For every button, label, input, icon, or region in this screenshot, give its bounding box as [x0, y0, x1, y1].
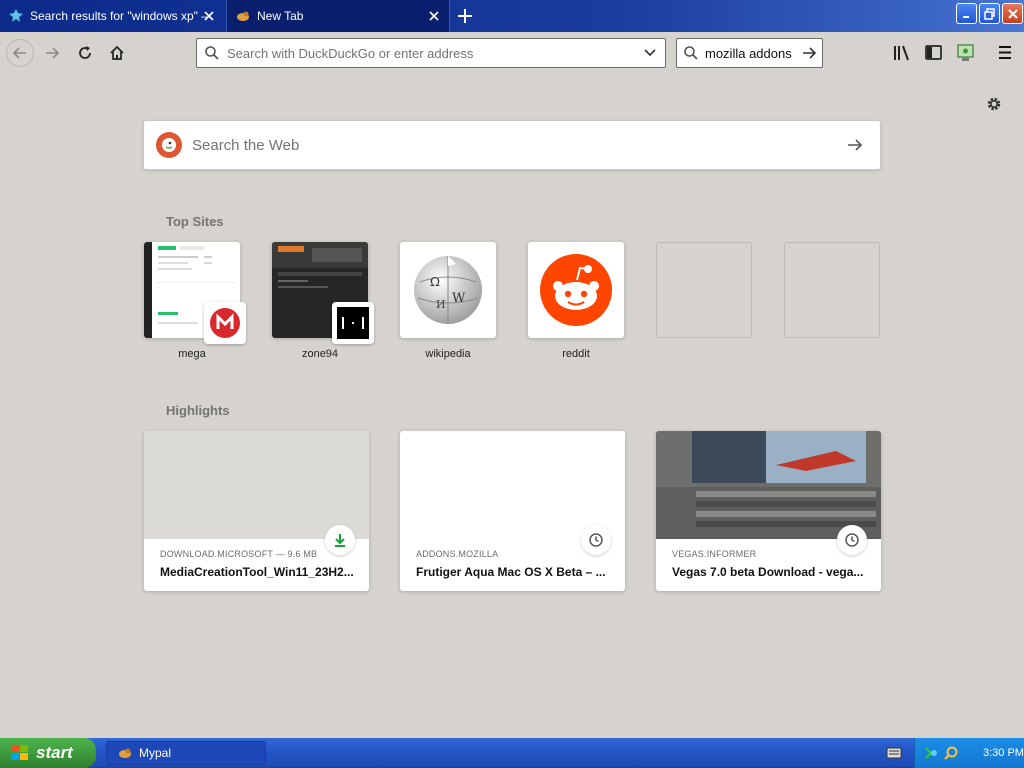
- gear-icon[interactable]: [985, 95, 1003, 113]
- highlight-source: ADDONS.MOZILLA: [416, 549, 499, 559]
- close-tab-icon[interactable]: [427, 9, 441, 23]
- highlight-image: [656, 431, 881, 539]
- duckduckgo-logo-icon: [156, 132, 182, 158]
- system-tray: 3:30 PM: [914, 738, 1024, 768]
- tab-strip: Search results for "windows xp" – New Ta…: [0, 0, 1024, 32]
- screenshot-icon[interactable]: [956, 44, 976, 62]
- highlight-title: Frutiger Aqua Mac OS X Beta – ...: [416, 565, 606, 579]
- keyboard-icon[interactable]: [886, 746, 902, 765]
- url-input[interactable]: [227, 40, 635, 66]
- empty-top-site-slot[interactable]: [656, 242, 752, 338]
- highlights-heading: Highlights: [166, 403, 230, 418]
- sidebar-icon[interactable]: [924, 44, 944, 62]
- arrow-right-icon[interactable]: [830, 136, 880, 154]
- clock-icon: [581, 525, 611, 555]
- svg-text:И: И: [436, 298, 446, 311]
- tab-title: New Tab: [257, 9, 304, 23]
- clock[interactable]: 3:30 PM: [983, 747, 1024, 759]
- navigation-toolbar: mozilla addons: [0, 32, 1024, 74]
- mypal-favicon-icon: [235, 8, 251, 24]
- top-site-reddit[interactable]: reddit: [528, 242, 624, 360]
- download-icon: [325, 525, 355, 555]
- highlight-image: [144, 431, 369, 539]
- close-window-button[interactable]: [1002, 3, 1023, 24]
- start-label: start: [36, 743, 73, 762]
- network-icon[interactable]: [923, 745, 939, 761]
- highlight-card[interactable]: ADDONS.MOZILLA Frutiger Aqua Mac OS X Be…: [400, 431, 625, 591]
- web-search-input[interactable]: [192, 136, 830, 154]
- search-tray-icon[interactable]: [943, 745, 959, 761]
- close-tab-icon[interactable]: [202, 9, 216, 23]
- taskbar-task-label: Mypal: [139, 746, 172, 760]
- new-tab-button[interactable]: [454, 5, 476, 27]
- url-bar[interactable]: [196, 38, 666, 68]
- highlight-card[interactable]: DOWNLOAD.MICROSOFT — 9.6 MB MediaCreatio…: [144, 431, 369, 591]
- search-icon: [197, 45, 227, 61]
- home-button[interactable]: [103, 39, 131, 67]
- library-icon[interactable]: [892, 44, 912, 62]
- top-sites-heading: Top Sites: [166, 214, 224, 229]
- highlight-title: Vegas 7.0 beta Download - vega...: [672, 565, 864, 579]
- svg-text:W: W: [452, 291, 466, 306]
- menu-icon[interactable]: [996, 44, 1016, 62]
- top-site-label: zone94: [301, 348, 339, 360]
- windows-logo-icon: [10, 744, 30, 762]
- highlight-title: MediaCreationTool_Win11_23H2...: [160, 565, 353, 579]
- top-site-label: mega: [178, 348, 206, 360]
- top-site-mega[interactable]: mega: [144, 242, 246, 360]
- search-icon: [677, 45, 705, 61]
- taskbar-button-mypal[interactable]: Mypal: [106, 741, 266, 765]
- mypal-app-icon: [117, 745, 133, 761]
- highlight-image: [400, 431, 625, 539]
- reddit-logo-icon: [528, 242, 624, 338]
- back-button[interactable]: [6, 39, 34, 67]
- search-bar-value: mozilla addons: [705, 45, 792, 61]
- search-bar[interactable]: mozilla addons: [676, 38, 823, 68]
- go-arrow-icon[interactable]: [796, 45, 822, 61]
- top-site-zone94[interactable]: zone94: [272, 242, 374, 360]
- top-site-label: reddit: [562, 348, 590, 360]
- svg-text:Ω: Ω: [430, 275, 440, 289]
- ddg-favicon-icon: [8, 8, 24, 24]
- start-button[interactable]: start: [0, 738, 96, 768]
- tab-new-tab[interactable]: New Tab: [226, 0, 450, 32]
- highlight-card[interactable]: VEGAS.INFORMER Vegas 7.0 beta Download -…: [656, 431, 881, 591]
- highlight-source: DOWNLOAD.MICROSOFT — 9.6 MB: [160, 549, 318, 559]
- top-site-label: wikipedia: [425, 348, 471, 360]
- highlight-source: VEGAS.INFORMER: [672, 549, 757, 559]
- zone94-logo-icon: [332, 302, 374, 344]
- minimize-button[interactable]: [956, 3, 977, 24]
- maximize-button[interactable]: [979, 3, 1000, 24]
- clock-icon: [837, 525, 867, 555]
- top-site-wikipedia[interactable]: Ω W И wikipedia: [400, 242, 496, 360]
- empty-top-site-slot[interactable]: [784, 242, 880, 338]
- taskbar: start Mypal 3:30 PM: [0, 738, 1024, 768]
- tab-search-results[interactable]: Search results for "windows xp" –: [0, 0, 224, 32]
- web-search-box[interactable]: [143, 120, 881, 170]
- mega-logo-icon: [204, 302, 246, 344]
- reload-button[interactable]: [71, 39, 99, 67]
- tab-title: Search results for "windows xp" –: [30, 9, 208, 23]
- url-dropdown-icon[interactable]: [635, 48, 665, 58]
- forward-button[interactable]: [38, 39, 66, 67]
- wikipedia-logo-icon: Ω W И: [400, 242, 496, 338]
